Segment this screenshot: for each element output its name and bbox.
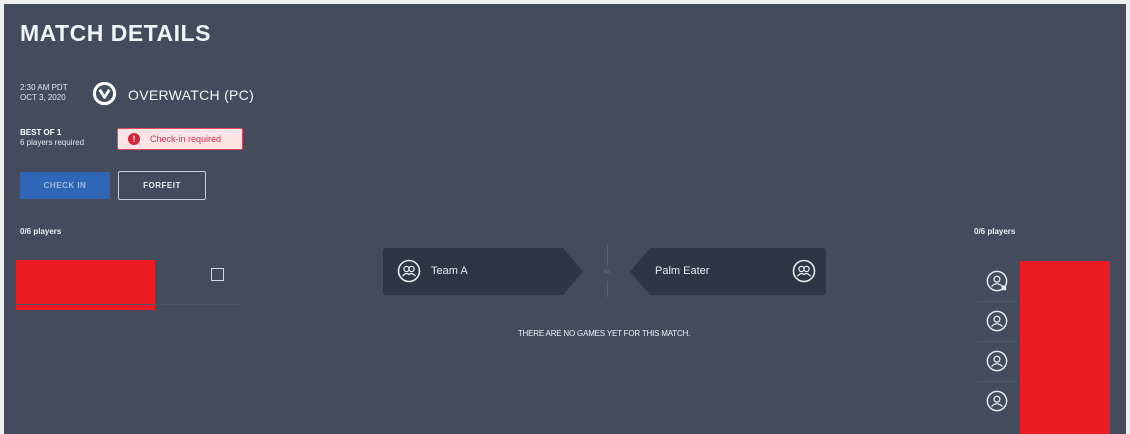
- vs-divider-bottom: [607, 281, 608, 297]
- user-avatar-icon: [986, 310, 1008, 332]
- team-a-tab[interactable]: Team A: [383, 248, 583, 295]
- game-name: OVERWATCH (PC): [128, 87, 255, 103]
- alert-icon: !: [128, 133, 140, 145]
- forfeit-button[interactable]: FORFEIT: [118, 171, 206, 200]
- left-roster-count: 0/6 players: [20, 227, 62, 236]
- best-of-label: BEST OF 1: [20, 128, 62, 137]
- redacted-player-names: [1020, 261, 1110, 434]
- players-required-label: 6 players required: [20, 138, 85, 147]
- vs-divider-top: [607, 245, 608, 265]
- match-date: OCT 3, 2020: [20, 93, 66, 102]
- user-avatar-icon: [986, 350, 1008, 372]
- match-format: BEST OF 1 6 players required: [20, 128, 84, 148]
- roster-divider: [16, 304, 238, 305]
- user-avatar-icon: [986, 270, 1008, 292]
- checkin-status-text: Check-in required: [150, 134, 222, 144]
- team-a-name: Team A: [431, 265, 468, 277]
- vs-label: vs: [604, 269, 610, 275]
- redacted-player-name: [16, 260, 155, 310]
- player-slot: [978, 262, 1018, 302]
- player-slot: [978, 382, 1018, 422]
- team-b-tab[interactable]: Palm Eater: [630, 248, 826, 295]
- match-datetime: 2:30 AM PDT OCT 3, 2020: [20, 83, 68, 103]
- no-games-message: THERE ARE NO GAMES YET FOR THIS MATCH.: [517, 329, 691, 338]
- player-checkbox[interactable]: [211, 268, 224, 281]
- team-icon: [792, 259, 816, 283]
- right-roster-count: 0/6 players: [974, 227, 1016, 236]
- team-b-name: Palm Eater: [655, 265, 710, 277]
- player-slot: [978, 302, 1018, 342]
- match-time: 2:30 AM PDT: [20, 83, 68, 92]
- team-icon: [397, 259, 421, 283]
- overwatch-logo-icon: [92, 81, 117, 106]
- page-title: MATCH DETAILS: [20, 20, 211, 46]
- match-details-panel: MATCH DETAILS 2:30 AM PDT OCT 3, 2020 OV…: [4, 4, 1126, 434]
- check-in-button[interactable]: CHECK IN: [20, 172, 110, 199]
- user-avatar-icon: [986, 390, 1008, 412]
- player-slot: [978, 342, 1018, 382]
- checkin-required-badge: ! Check-in required: [117, 128, 243, 150]
